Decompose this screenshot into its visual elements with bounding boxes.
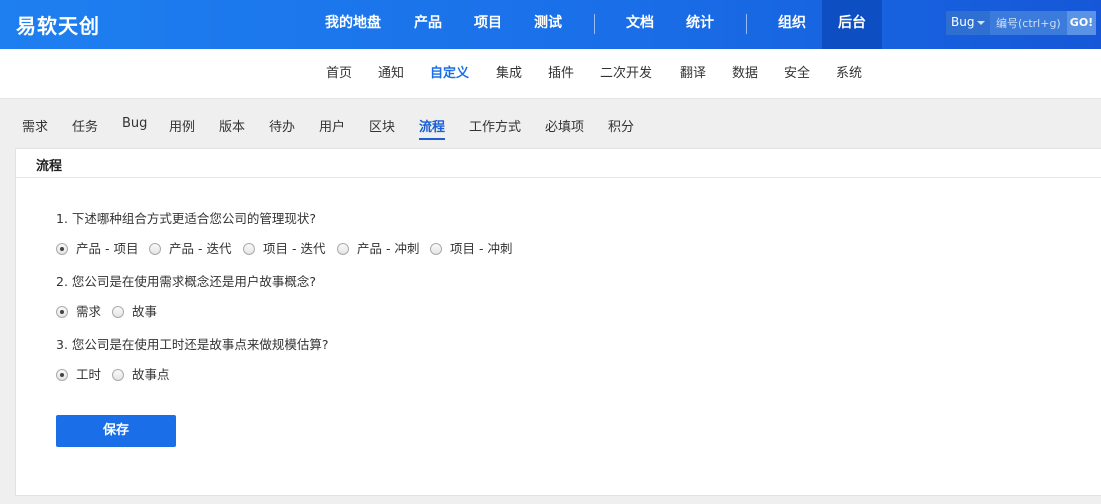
option-label: 项目 - 迭代 — [263, 241, 326, 256]
tab-work-mode[interactable]: 工作方式 — [469, 116, 521, 135]
subnav-item-plugins[interactable]: 插件 — [548, 49, 574, 99]
option-label: 产品 - 项目 — [76, 241, 139, 256]
search-type-label: Bug — [951, 15, 975, 29]
radio-indicator[interactable] — [243, 243, 255, 255]
flow-panel: 流程 1. 下述哪种组合方式更适合您公司的管理现状? 产品 - 项目 产品 - … — [15, 148, 1101, 496]
tab-required-fields[interactable]: 必填项 — [545, 116, 584, 135]
tab-build[interactable]: 版本 — [219, 116, 245, 135]
nav-item-admin[interactable]: 后台 — [822, 0, 882, 49]
subnav-item-translate[interactable]: 翻译 — [680, 49, 706, 99]
option-label: 工时 — [76, 367, 102, 382]
subnav-item-integration[interactable]: 集成 — [496, 49, 522, 99]
subnav-item-system[interactable]: 系统 — [836, 49, 862, 99]
radio-indicator[interactable] — [112, 306, 124, 318]
search-type-select[interactable]: Bug — [946, 11, 990, 35]
radio-indicator[interactable] — [337, 243, 349, 255]
question-3-text: 3. 您公司是在使用工时还是故事点来做规模估算? — [56, 337, 329, 352]
search-input[interactable] — [990, 11, 1067, 35]
radio-indicator[interactable] — [56, 369, 68, 381]
tab-block[interactable]: 区块 — [369, 116, 395, 135]
question-1-text: 1. 下述哪种组合方式更适合您公司的管理现状? — [56, 211, 317, 226]
save-button[interactable]: 保存 — [56, 415, 176, 447]
option-label: 故事 — [132, 304, 158, 319]
nav-divider — [746, 14, 747, 34]
tab-story[interactable]: 需求 — [22, 116, 48, 135]
option-label: 产品 - 冲刺 — [357, 241, 420, 256]
tab-todo[interactable]: 待办 — [269, 116, 295, 135]
panel-divider — [16, 177, 1101, 178]
nav-item-doc[interactable]: 文档 — [615, 0, 665, 49]
nav-item-my-space[interactable]: 我的地盘 — [313, 0, 393, 49]
tab-flow[interactable]: 流程 — [419, 116, 446, 140]
search-go-button[interactable]: GO! — [1067, 11, 1096, 35]
option-label: 故事点 — [132, 367, 170, 382]
tab-bug[interactable]: Bug — [122, 116, 147, 131]
option-label: 产品 - 迭代 — [169, 241, 232, 256]
option-label: 需求 — [76, 304, 102, 319]
subnav-item-data[interactable]: 数据 — [732, 49, 758, 99]
tab-testcase[interactable]: 用例 — [169, 116, 195, 135]
radio-indicator[interactable] — [56, 243, 68, 255]
question-2-text: 2. 您公司是在使用需求概念还是用户故事概念? — [56, 274, 317, 289]
tab-score[interactable]: 积分 — [608, 116, 634, 135]
subnav-item-dev[interactable]: 二次开发 — [600, 49, 652, 99]
tab-user[interactable]: 用户 — [319, 116, 345, 135]
nav-item-org[interactable]: 组织 — [767, 0, 817, 49]
top-header: 易软天创 我的地盘 产品 项目 测试 文档 统计 组织 后台 Bug GO! — [0, 0, 1101, 49]
chevron-down-icon — [977, 21, 985, 25]
subnav-item-notify[interactable]: 通知 — [378, 49, 404, 99]
nav-item-stats[interactable]: 统计 — [675, 0, 725, 49]
option-label: 项目 - 冲刺 — [450, 241, 513, 256]
subnav-item-home[interactable]: 首页 — [326, 49, 352, 99]
tab-task[interactable]: 任务 — [72, 116, 98, 135]
nav-item-test[interactable]: 测试 — [523, 0, 573, 49]
sub-nav: 首页 通知 自定义 集成 插件 二次开发 翻译 数据 安全 系统 — [0, 49, 1101, 99]
nav-divider — [594, 14, 595, 34]
subnav-item-custom[interactable]: 自定义 — [430, 49, 469, 99]
subnav-item-security[interactable]: 安全 — [784, 49, 810, 99]
custom-tabs: 需求 任务 Bug 用例 版本 待办 用户 区块 流程 工作方式 必填项 积分 — [0, 100, 1101, 146]
panel-title: 流程 — [36, 159, 63, 174]
nav-item-product[interactable]: 产品 — [403, 0, 453, 49]
radio-indicator[interactable] — [56, 306, 68, 318]
app-logo[interactable]: 易软天创 — [16, 10, 100, 39]
radio-indicator[interactable] — [112, 369, 124, 381]
nav-item-project[interactable]: 项目 — [463, 0, 513, 49]
radio-indicator[interactable] — [149, 243, 161, 255]
radio-indicator[interactable] — [430, 243, 442, 255]
